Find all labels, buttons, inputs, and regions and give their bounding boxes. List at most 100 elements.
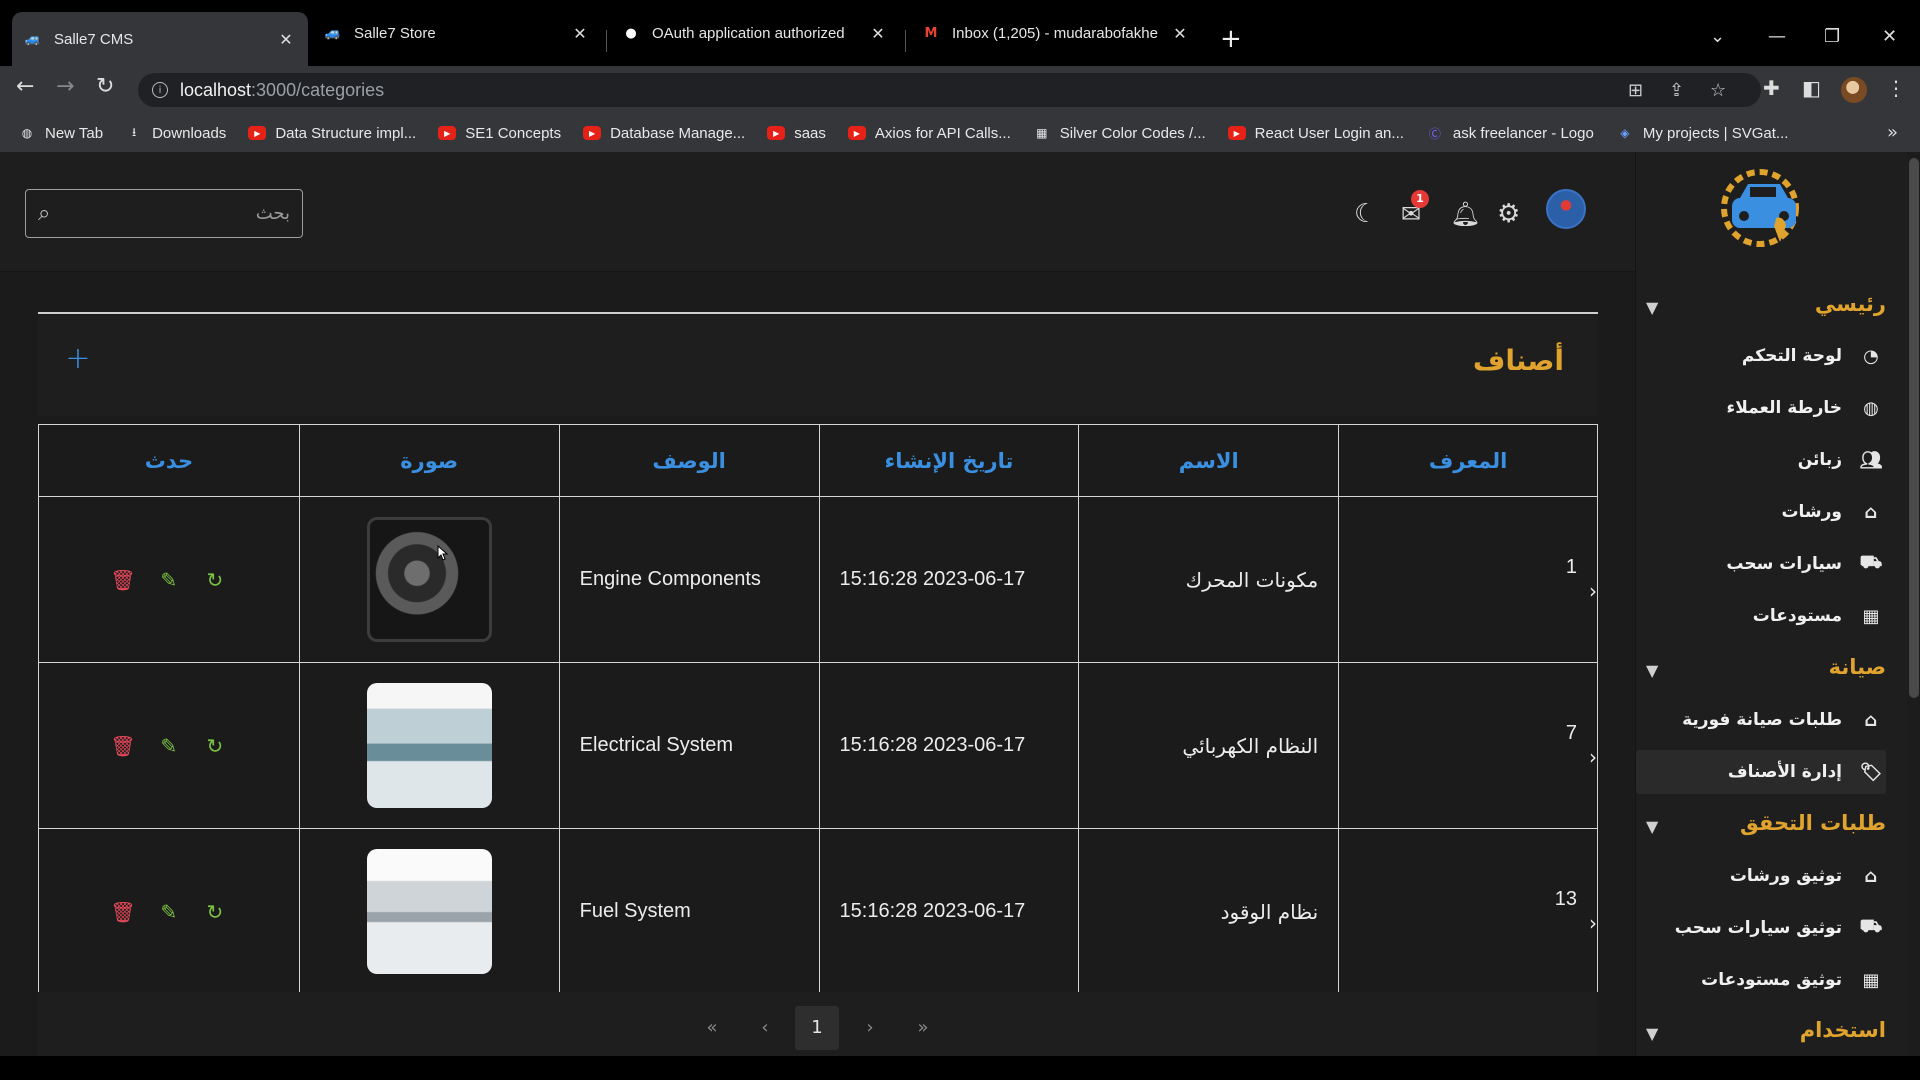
url-field[interactable]: i localhost:3000/categories ⊞ ⇪ ☆ [138,73,1761,107]
user-avatar[interactable] [1546,189,1586,229]
section-main[interactable]: رئيسي [1815,292,1886,316]
sidebar-item-verify-workshops[interactable]: ⌂ توثيق ورشات [1636,854,1886,898]
sidebar-item-verify-warehouses[interactable]: ▦ توثيق مستودعات [1636,958,1886,1002]
bookmark-item[interactable]: ▶ React User Login an... [1227,125,1404,142]
search-icon[interactable]: ⌕ [38,201,62,226]
section-verification[interactable]: طلبات التحقق [1740,811,1886,835]
collapse-caret-icon[interactable]: ▼ [1646,817,1658,836]
site-info-icon[interactable]: i [152,82,168,98]
gear-icon[interactable]: ⚙ [1497,194,1520,234]
delete-trash-icon[interactable]: 🗑︎ [105,568,141,592]
profile-avatar[interactable] [1841,77,1867,103]
sidebar-item-tow-trucks[interactable]: ⛟ سيارات سحب [1636,542,1886,586]
section-maintenance[interactable]: صيانة [1829,655,1886,679]
side-panel-icon[interactable]: ◧ [1802,76,1821,100]
first-page-button[interactable]: « [690,1006,734,1050]
bookmark-item[interactable]: ▶ Data Structure impl... [248,125,416,142]
refresh-icon[interactable]: ↻ [197,900,233,924]
column-header-id[interactable]: المعرف [1338,424,1598,497]
table-row: 7 ‹ النظام الكهربائي 2023-06-17 15:16:28… [38,662,1598,829]
sidebar-item-dashboard[interactable]: ◔ لوحة التحكم [1636,334,1886,378]
column-header-action[interactable]: حدث [38,424,300,497]
add-category-button[interactable]: + [63,344,93,374]
building-icon: ▦ [1862,605,1880,627]
salle7-car-logo-icon[interactable] [1714,168,1814,252]
close-window-button[interactable]: ✕ [1882,26,1897,47]
tab-title: Salle7 Store [354,24,436,42]
close-icon[interactable]: ✕ [276,30,296,49]
sidebar-item-customer-map[interactable]: ◍ خارطة العملاء [1636,386,1886,430]
edit-pencil-icon[interactable]: ✎ [151,900,187,924]
collapse-caret-icon[interactable]: ▼ [1646,661,1658,680]
engine-thumbnail[interactable] [366,517,492,642]
next-page-button[interactable]: › [848,1006,892,1050]
back-button[interactable]: ← [16,76,34,98]
tab-search-icon[interactable]: ⌄ [1710,26,1725,47]
sidebar-item-workshops[interactable]: ⌂ ورشات [1636,490,1886,534]
bell-icon[interactable]: 🔔︎ [1450,194,1480,234]
bookmark-item[interactable]: ▶ Database Manage... [583,125,745,142]
bookmark-item[interactable]: ▶ Axios for API Calls... [847,125,1011,142]
scrollbar-thumb[interactable] [1909,158,1919,698]
delete-trash-icon[interactable]: 🗑︎ [105,900,141,924]
bookmark-downloads[interactable]: ⭳ Downloads [125,125,226,142]
bookmarks-overflow-icon[interactable]: » [1887,122,1898,143]
section-usage[interactable]: استخدام [1800,1018,1886,1042]
expand-chevron-icon[interactable]: ‹ [1589,745,1597,769]
tab-oauth[interactable]: ● OAuth application authorized ✕ [610,12,900,54]
tab-salle7-cms[interactable]: 🚙 Salle7 CMS ✕ [12,12,308,66]
sidebar-item-label: طلبات صيانة فورية [1682,710,1842,730]
browser-window: 🚙 Salle7 CMS ✕ 🚙 Salle7 Store ✕ ● OAuth … [0,0,1920,1080]
bookmark-item[interactable]: Ⓒask freelancer - Logo [1426,125,1594,142]
sidebar-item-instant-maintenance[interactable]: ⌂ طلبات صيانة فورية [1636,698,1886,742]
sidebar-item-verify-tow-trucks[interactable]: ⛟ توثيق سيارات سحب [1636,906,1886,950]
refresh-icon[interactable]: ↻ [197,568,233,592]
prev-page-button[interactable]: ‹ [743,1006,787,1050]
new-tab-button[interactable]: + [1220,26,1242,52]
minimize-button[interactable]: — [1768,26,1786,47]
youtube-icon: ▶ [438,126,457,140]
translate-icon[interactable]: ⊞ [1628,80,1643,101]
tab-gmail-inbox[interactable]: M Inbox (1,205) - mudarabofakhe ✕ [910,12,1202,54]
share-icon[interactable]: ⇪ [1669,80,1684,101]
close-icon[interactable]: ✕ [868,24,888,43]
delete-trash-icon[interactable]: 🗑︎ [105,734,141,758]
extensions-icon[interactable]: ✚ [1763,76,1780,100]
bookmark-new-tab[interactable]: ◍ New Tab [18,125,103,142]
refresh-icon[interactable]: ↻ [197,734,233,758]
bookmark-star-icon[interactable]: ☆ [1710,80,1726,101]
column-header-created[interactable]: تاريخ الإنشاء [818,424,1080,497]
collapse-caret-icon[interactable]: ▼ [1646,298,1658,317]
sidebar-item-customers[interactable]: 👥︎ زبائن [1636,438,1886,482]
svg-icon: ◈ [1620,126,1630,140]
mouse-cursor-icon [437,545,449,561]
close-icon[interactable]: ✕ [570,24,590,43]
current-page-button[interactable]: 1 [795,1006,839,1050]
bookmark-item[interactable]: ▶ SE1 Concepts [438,125,561,142]
sidebar-item-categories[interactable]: 🏷︎ إدارة الأصناف [1636,750,1886,794]
expand-chevron-icon[interactable]: ‹ [1589,579,1597,603]
column-header-description[interactable]: الوصف [558,424,820,497]
close-icon[interactable]: ✕ [1170,24,1190,43]
bookmark-item[interactable]: ▦ Silver Color Codes /... [1033,125,1206,142]
sidebar-item-warehouses[interactable]: ▦ مستودعات [1636,594,1886,638]
bookmark-item[interactable]: ◈ My projects | SVGat... [1616,125,1788,142]
tab-salle7-store[interactable]: 🚙 Salle7 Store ✕ [312,12,602,54]
edit-pencil-icon[interactable]: ✎ [151,568,187,592]
fuel-thumbnail[interactable] [366,849,492,974]
edit-pencil-icon[interactable]: ✎ [151,734,187,758]
sidebar-item-label: توثيق مستودعات [1701,970,1842,990]
electrical-thumbnail[interactable] [366,683,492,808]
restore-button[interactable]: ❐ [1824,26,1840,47]
expand-chevron-icon[interactable]: ‹ [1589,911,1597,935]
reload-button[interactable]: ↻ [96,76,114,98]
collapse-caret-icon[interactable]: ▼ [1646,1024,1658,1043]
menu-kebab-icon[interactable]: ⋮ [1886,76,1906,100]
column-header-name[interactable]: الاسم [1078,424,1340,497]
dark-mode-moon-icon[interactable]: ☾ [1354,194,1377,234]
last-page-button[interactable]: » [901,1006,945,1050]
search-input[interactable] [62,203,290,224]
column-header-image[interactable]: صورة [298,424,560,497]
forward-button[interactable]: → [56,76,74,98]
bookmark-item[interactable]: ▶ saas [767,125,826,142]
